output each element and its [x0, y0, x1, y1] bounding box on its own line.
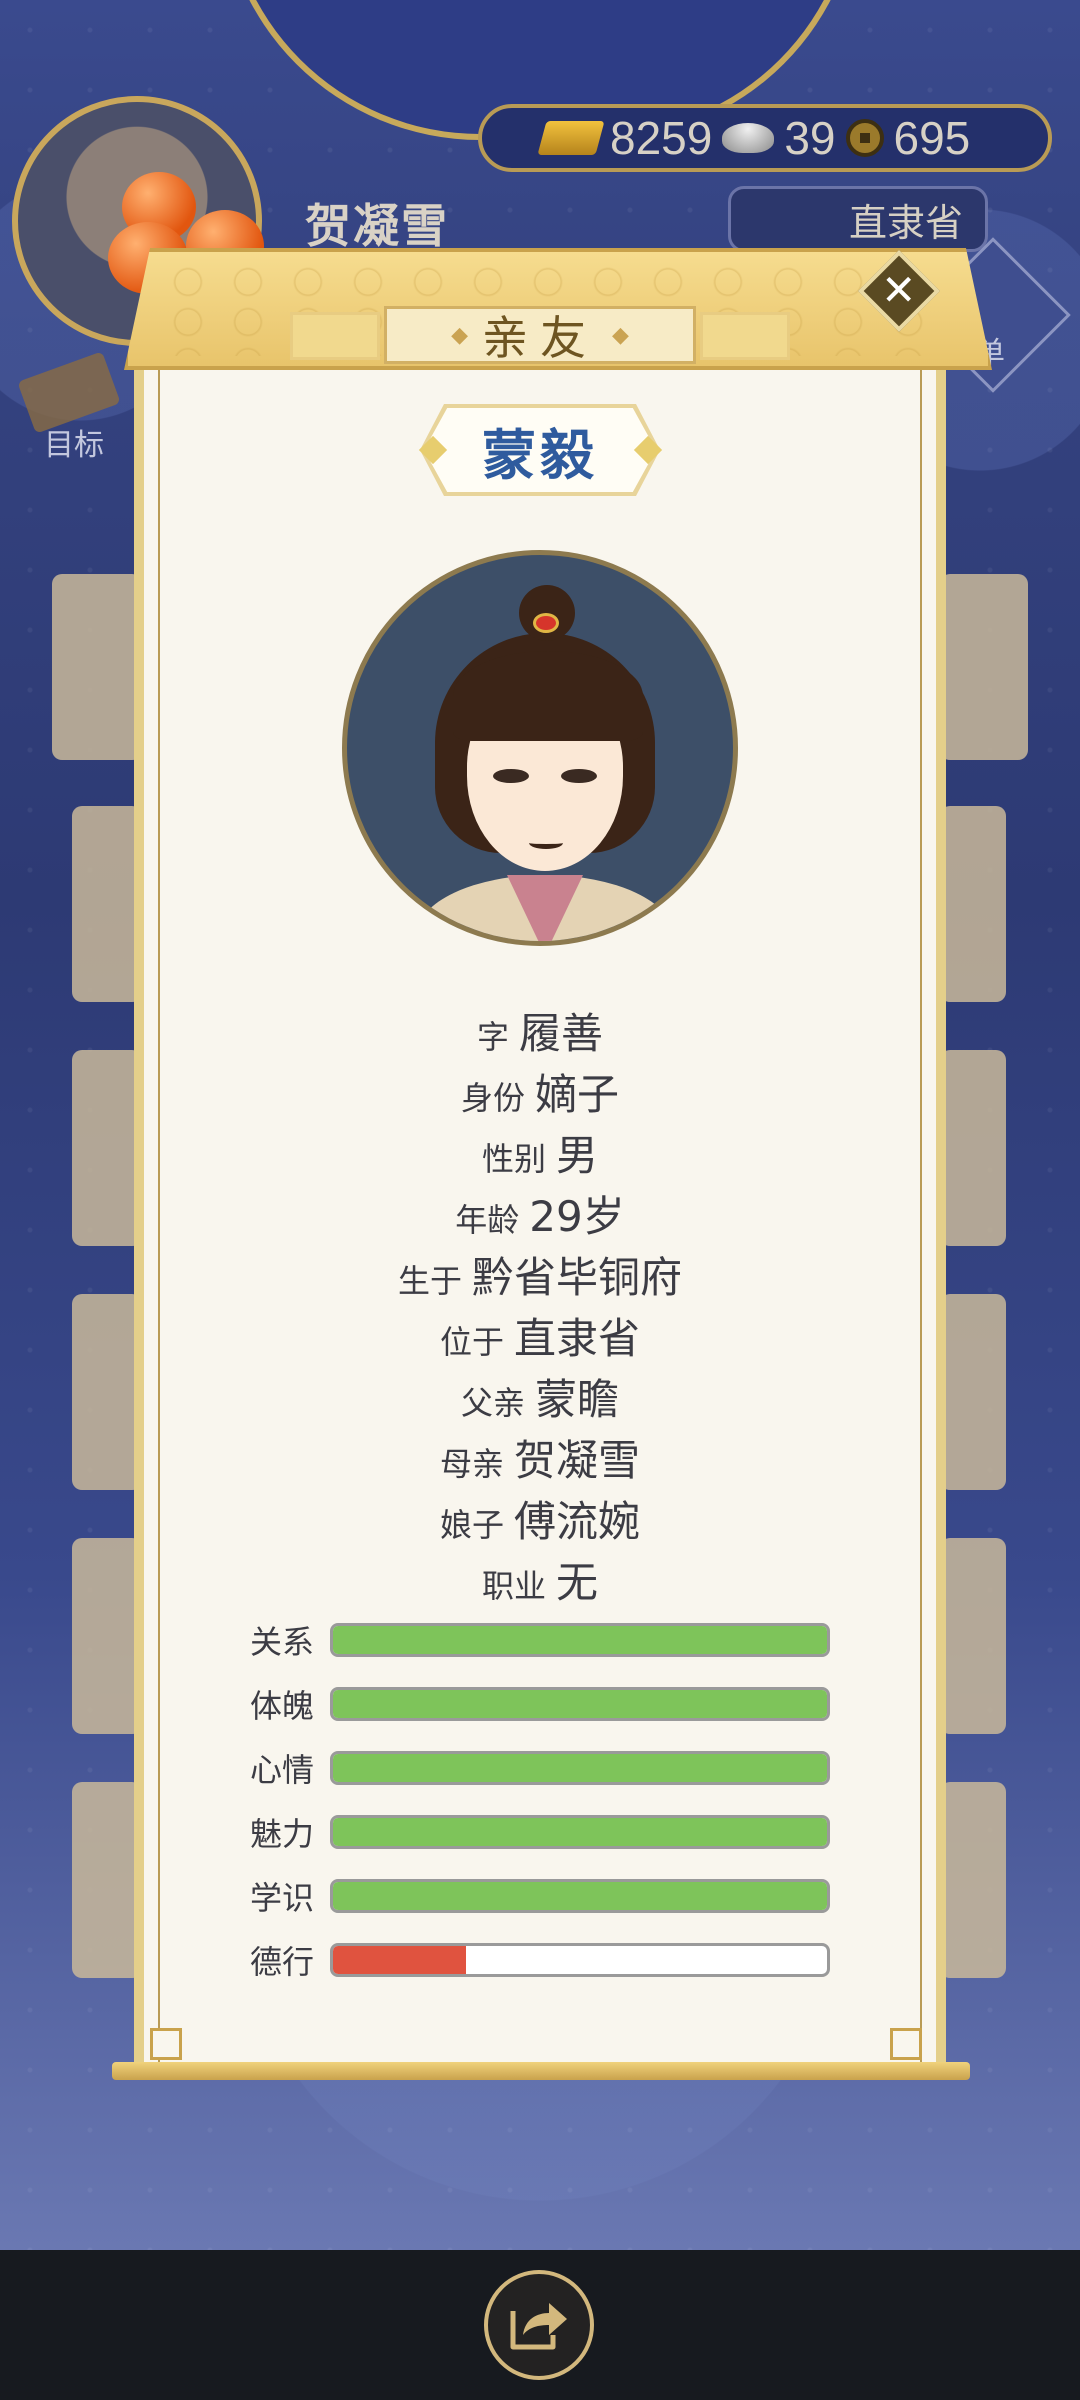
goal-label: 目标 — [44, 428, 104, 463]
currency-bar: 8259 39 695 — [478, 104, 1052, 172]
background-card — [940, 1294, 1006, 1490]
stat-bar-fill — [333, 1818, 827, 1846]
background-card — [72, 1538, 142, 1734]
info-label: 身份 — [460, 1079, 525, 1117]
info-value: 贺凝雪 — [514, 1436, 641, 1485]
info-value: 傅流婉 — [514, 1497, 641, 1546]
portrait-mouth — [529, 837, 563, 849]
info-label: 字 — [476, 1018, 509, 1056]
stat-row-knowledge: 学识 — [250, 1876, 830, 1917]
silver-ingot-icon — [722, 123, 775, 153]
character-name: 蒙毅 — [424, 408, 656, 492]
stat-bar-fill — [333, 1754, 827, 1782]
info-row-father: 父亲 蒙瞻 — [134, 1366, 946, 1427]
info-row-spouse: 娘子 傅流婉 — [134, 1488, 946, 1549]
stat-label: 学识 — [250, 1879, 315, 1917]
stat-bar-fill — [333, 1690, 827, 1718]
scroll-bottom-rod — [112, 2062, 970, 2080]
background-card — [72, 806, 142, 1002]
background-card — [72, 1782, 142, 1978]
stat-row-physique: 体魄 — [250, 1684, 830, 1725]
gold-ingot-icon — [537, 121, 605, 155]
stat-bar — [330, 1687, 830, 1721]
info-label: 母亲 — [439, 1445, 504, 1483]
info-row-mother: 母亲 贺凝雪 — [134, 1427, 946, 1488]
background-card — [940, 1538, 1006, 1734]
background-card — [72, 1050, 142, 1246]
copper-coin-icon — [845, 119, 884, 157]
close-icon: ✕ — [881, 265, 917, 315]
stat-row-charm: 魅力 — [250, 1812, 830, 1853]
stat-label: 德行 — [250, 1943, 315, 1981]
share-icon — [510, 2303, 567, 2350]
gold-amount: 8259 — [610, 112, 713, 164]
stat-row-mood: 心情 — [250, 1748, 830, 1789]
portrait-eye — [493, 769, 529, 783]
info-row-gender: 性别男 — [134, 1122, 946, 1183]
location-button[interactable]: 直隶省 — [728, 186, 988, 252]
player-name: 贺凝雪 — [305, 199, 449, 253]
stat-label: 体魄 — [250, 1687, 315, 1725]
title-ornament-icon: ◆ — [612, 322, 629, 348]
info-value: 无 — [556, 1558, 599, 1607]
info-label: 性别 — [481, 1140, 546, 1178]
info-value: 男 — [556, 1131, 599, 1180]
stat-bar — [330, 1815, 830, 1849]
stat-bar — [330, 1943, 830, 1977]
info-label: 娘子 — [439, 1506, 504, 1544]
stat-label: 心情 — [250, 1751, 315, 1789]
stat-bar — [330, 1879, 830, 1913]
title-ornament-icon: ◆ — [451, 322, 468, 348]
info-row-birthplace: 生于 黔省毕铜府 — [134, 1244, 946, 1305]
stat-bar — [330, 1751, 830, 1785]
info-label: 位于 — [439, 1323, 504, 1361]
dialog-title-text: 亲友 — [482, 311, 598, 365]
info-row-age: 年龄 29岁 — [134, 1183, 946, 1244]
info-value: 直隶省 — [514, 1314, 641, 1363]
background-card — [52, 574, 142, 760]
coin-amount: 695 — [893, 112, 971, 164]
header-side-plaque-right — [700, 312, 790, 360]
info-value: 蒙瞻 — [535, 1375, 620, 1424]
character-portrait — [342, 550, 738, 946]
info-row-courtesy-name: 字履善 — [134, 1000, 946, 1061]
portrait-bangs — [453, 651, 643, 741]
stat-row-relationship: 关系 — [250, 1620, 830, 1661]
background-card — [940, 1782, 1006, 1978]
background-card — [940, 806, 1006, 1002]
stat-row-virtue: 德行 — [250, 1940, 830, 1981]
info-label: 生于 — [397, 1262, 462, 1300]
portrait-hair-gem — [533, 613, 559, 633]
stat-bar-fill — [333, 1946, 467, 1974]
corner-ornament — [150, 2028, 182, 2060]
info-value: 29岁 — [529, 1192, 625, 1241]
corner-ornament — [890, 2028, 922, 2060]
info-label: 年龄 — [455, 1201, 520, 1239]
dialog-title: ◆ 亲友 ◆ — [384, 306, 696, 365]
stat-bar-fill — [333, 1882, 827, 1910]
stat-bar-fill — [333, 1626, 827, 1654]
info-value: 履善 — [519, 1009, 604, 1058]
info-value: 黔省毕铜府 — [472, 1253, 683, 1302]
stat-bar — [330, 1623, 830, 1657]
stat-label: 关系 — [250, 1623, 315, 1661]
portrait-eye — [561, 769, 597, 783]
info-value: 嫡子 — [535, 1070, 620, 1119]
info-label: 职业 — [481, 1567, 546, 1605]
background-card — [72, 1294, 142, 1490]
info-row-location: 位于 直隶省 — [134, 1305, 946, 1366]
share-button[interactable] — [484, 2270, 594, 2380]
location-label: 直隶省 — [848, 200, 963, 245]
header-side-plaque-left — [290, 312, 380, 360]
info-row-status: 身份 嫡子 — [134, 1061, 946, 1122]
background-card — [940, 574, 1028, 760]
stat-label: 魅力 — [250, 1815, 315, 1853]
background-card — [940, 1050, 1006, 1246]
info-label: 父亲 — [460, 1384, 525, 1422]
silver-amount: 39 — [784, 112, 836, 164]
info-row-occupation: 职业无 — [134, 1549, 946, 1610]
